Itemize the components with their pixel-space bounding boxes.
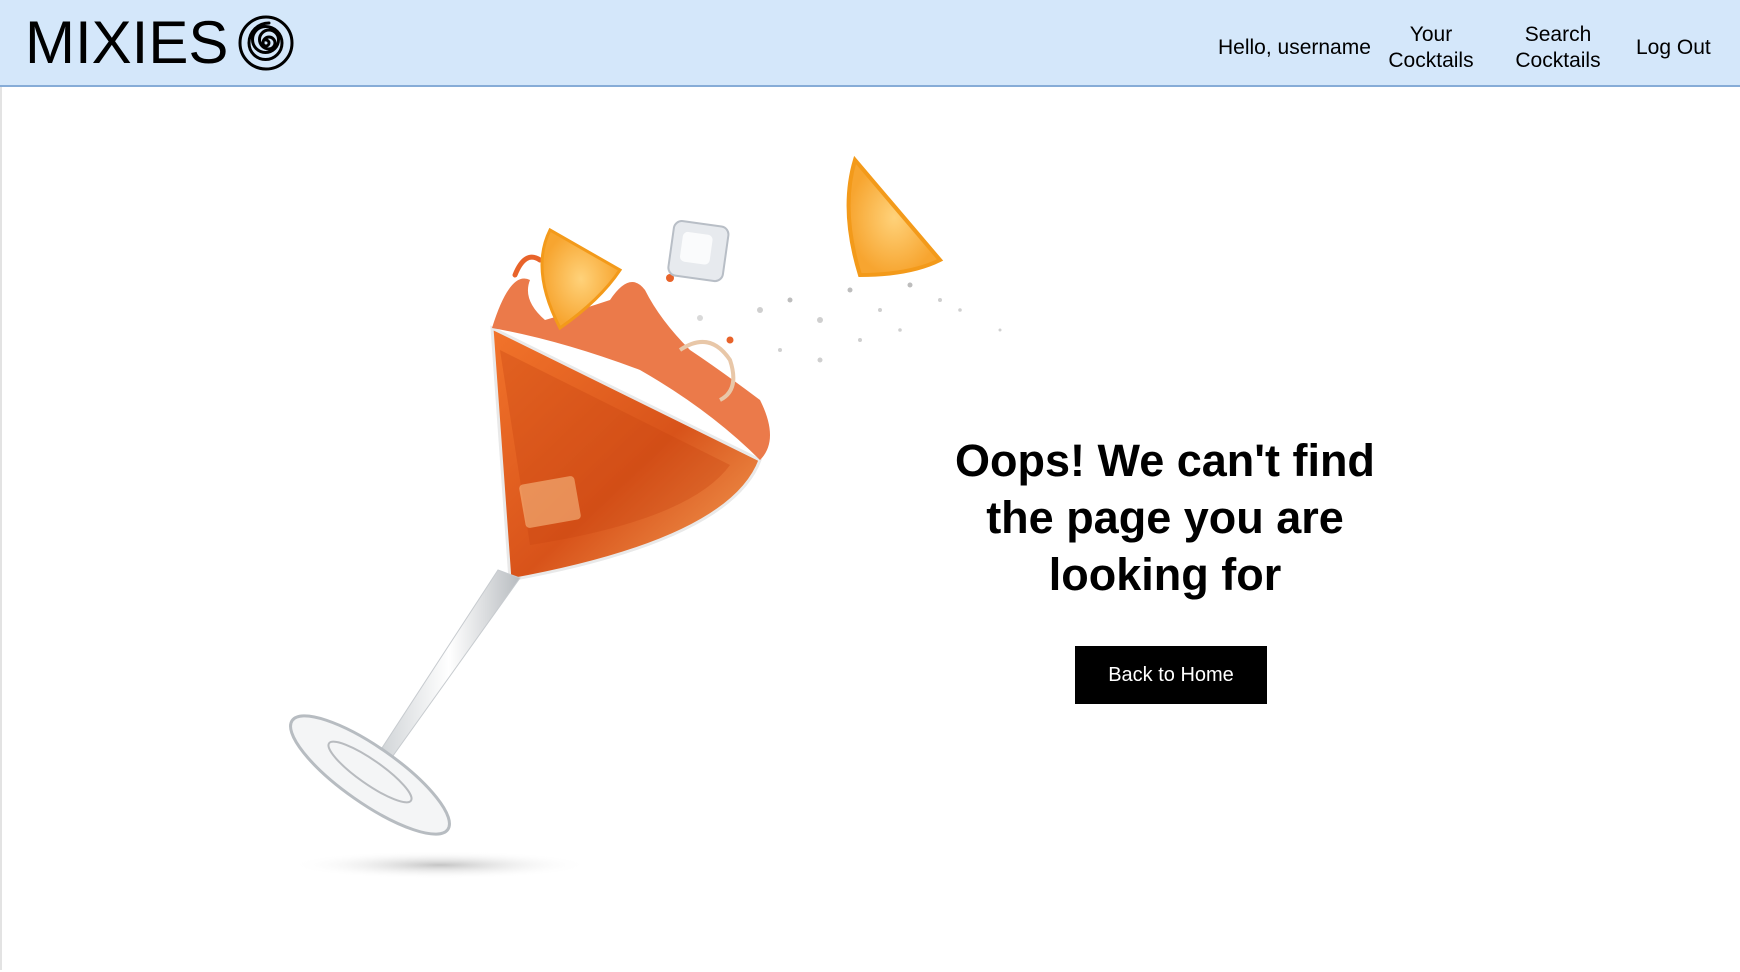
nav-log-out[interactable]: Log Out [1636, 35, 1711, 61]
user-greeting: Hello, username [1218, 36, 1371, 59]
spiral-icon [238, 15, 294, 71]
nav-search-cocktails[interactable]: Search Cocktails [1515, 22, 1601, 74]
top-navbar: MIXIES Hello, username Your Cocktails Se… [0, 0, 1740, 87]
brand-logo-link[interactable]: MIXIES [25, 10, 294, 76]
nav-your-cocktails[interactable]: Your Cocktails [1388, 22, 1474, 74]
back-to-home-button[interactable]: Back to Home [1075, 646, 1267, 704]
ice-cube [667, 220, 730, 283]
brand-name: MIXIES [25, 9, 229, 76]
not-found-message: Oops! We can't find the page you are loo… [955, 435, 1375, 600]
